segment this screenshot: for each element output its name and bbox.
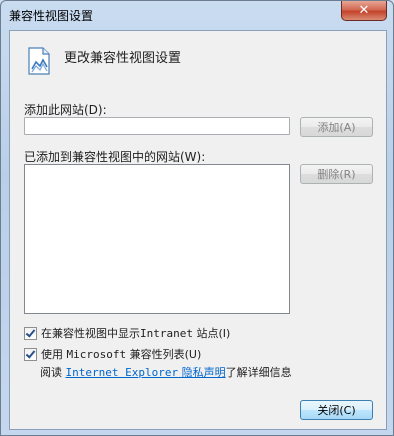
intranet-label-mono: Intranet [140, 326, 193, 340]
ms-list-label-mono: Microsoft [66, 347, 127, 361]
intranet-option[interactable]: 在兼容性视图中显示 Intranet 站点(I) [24, 325, 230, 341]
site-list[interactable] [24, 164, 290, 314]
window-close-button[interactable]: ✕ [341, 1, 387, 21]
privacy-prefix: 阅读 [40, 366, 66, 379]
privacy-link[interactable]: Internet Explorer 隐私声明 [66, 364, 226, 380]
close-icon: ✕ [358, 3, 370, 18]
privacy-line: 阅读 Internet Explorer 隐私声明 了解详细信息 [40, 364, 292, 380]
intranet-label-prefix: 在兼容性视图中显示 [41, 327, 140, 340]
ms-list-label-prefix: 使用 [41, 348, 67, 361]
close-button[interactable]: 关闭(C) [300, 400, 373, 420]
ms-list-checkbox[interactable] [24, 347, 37, 361]
privacy-link-rest: 隐私声明 [178, 366, 226, 379]
window-title: 兼容性视图设置 [9, 9, 94, 23]
dialog-body: 更改兼容性视图设置 添加此网站(D): 添加(A) 已添加到兼容性视图中的网站(… [9, 30, 387, 430]
dialog-heading: 更改兼容性视图设置 [64, 51, 182, 66]
ms-list-option[interactable]: 使用 Microsoft 兼容性列表(U) [24, 346, 201, 362]
privacy-suffix: 了解详细信息 [225, 366, 292, 379]
ms-list-label-suffix: 兼容性列表(U) [126, 348, 202, 361]
add-button[interactable]: 添加(A) [300, 117, 373, 137]
add-site-input[interactable] [24, 117, 290, 135]
intranet-checkbox[interactable] [24, 326, 37, 340]
title-bar[interactable]: 兼容性视图设置 ✕ [1, 1, 393, 29]
intranet-label-suffix: 站点(I) [192, 327, 231, 340]
compat-page-icon [28, 47, 50, 75]
compatibility-view-dialog: 兼容性视图设置 ✕ 更改兼容性视图设置 添加此网站(D): 添加(A) 已添加到… [0, 0, 394, 436]
add-site-label: 添加此网站(D): [24, 103, 107, 117]
privacy-link-mono: Internet Explorer [65, 366, 179, 379]
site-list-label: 已添加到兼容性视图中的网站(W): [24, 150, 206, 164]
remove-button[interactable]: 删除(R) [300, 164, 373, 184]
